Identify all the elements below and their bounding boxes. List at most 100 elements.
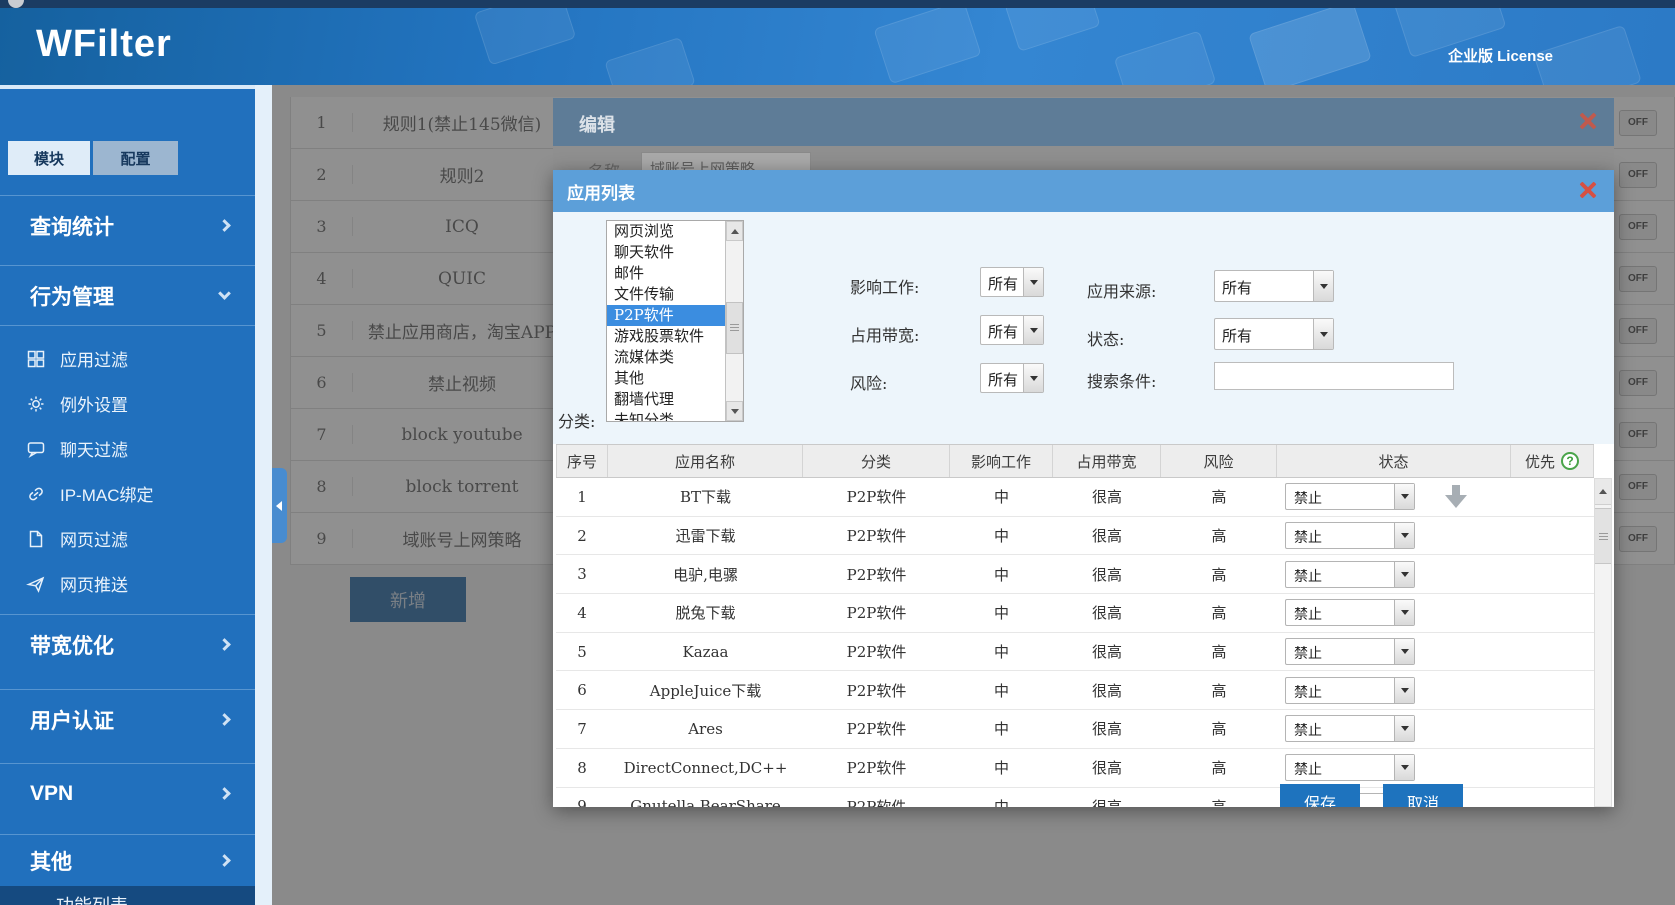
sidebar-item-vpn[interactable]: VPN <box>0 763 255 823</box>
status-select[interactable]: 禁止 <box>1285 754 1415 781</box>
risk-filter-select[interactable]: 所有 <box>980 363 1044 393</box>
sidebar-item-behavior-mgmt[interactable]: 行为管理 <box>0 265 255 325</box>
table-scrollbar[interactable] <box>1594 478 1612 807</box>
sidebar-item-bandwidth[interactable]: 带宽优化 <box>0 614 255 674</box>
scrollbar-thumb[interactable] <box>1595 508 1611 564</box>
cell-impact: 中 <box>950 757 1053 778</box>
listbox-scrollbar[interactable] <box>725 221 743 421</box>
sidebar-item-label: IP-MAC绑定 <box>60 481 154 506</box>
cell-category: P2P软件 <box>803 718 950 739</box>
tab-module[interactable]: 模块 <box>8 141 90 175</box>
col-header-index: 序号 <box>556 445 608 477</box>
impact-filter-select[interactable]: 所有 <box>980 267 1044 297</box>
select-arrow-icon[interactable] <box>1313 319 1333 349</box>
source-filter-select[interactable]: 所有 <box>1214 270 1334 302</box>
category-option[interactable]: 其他 <box>607 368 725 389</box>
select-arrow-icon[interactable] <box>1394 755 1414 780</box>
sidebar-item-web-filter[interactable]: 网页过滤 <box>0 516 255 561</box>
app-dialog-body: 网页浏览 聊天软件 邮件 文件传输 P2P软件 游戏股票软件 流媒体类 其他 <box>553 212 1614 807</box>
wfilter-logo: WFilter <box>36 23 172 66</box>
select-arrow-icon[interactable] <box>1394 678 1414 703</box>
cell-app-name: AppleJuice下载 <box>608 680 803 701</box>
select-arrow-icon[interactable] <box>1023 316 1043 344</box>
sidebar-item-app-filter[interactable]: 应用过滤 <box>0 336 255 381</box>
scroll-up-icon[interactable] <box>726 221 743 241</box>
bandwidth-filter-select[interactable]: 所有 <box>980 315 1044 345</box>
sidebar-item-chat-filter[interactable]: 聊天过滤 <box>0 426 255 471</box>
app-table-row: 4 脱兔下载 P2P软件 中 很高 高 禁止 <box>556 594 1594 633</box>
cell-app-name: DirectConnect,DC++ <box>608 759 803 777</box>
cell-bandwidth: 很高 <box>1053 525 1161 546</box>
select-arrow-icon[interactable] <box>1394 523 1414 548</box>
category-option[interactable]: 网页浏览 <box>607 221 725 242</box>
status-select[interactable]: 禁止 <box>1285 522 1415 549</box>
close-icon[interactable] <box>1579 181 1597 199</box>
scroll-up-icon[interactable] <box>1595 479 1611 505</box>
category-listbox[interactable]: 网页浏览 聊天软件 邮件 文件传输 P2P软件 游戏股票软件 流媒体类 其他 <box>606 220 744 422</box>
cell-category: P2P软件 <box>803 564 950 585</box>
sidebar-item-others[interactable]: 其他 <box>0 834 255 886</box>
cell-status: 禁止 <box>1277 638 1511 665</box>
category-option[interactable]: 邮件 <box>607 263 725 284</box>
tab-config[interactable]: 配置 <box>93 141 178 175</box>
status-select[interactable]: 禁止 <box>1285 638 1415 665</box>
app-table-row: 1 BT下载 P2P软件 中 很高 高 禁止 <box>556 478 1594 517</box>
sidebar-item-label: VPN <box>30 782 73 806</box>
select-arrow-icon[interactable] <box>1394 600 1414 625</box>
select-arrow-icon[interactable] <box>1394 484 1414 509</box>
sidebar-item-feature-list[interactable]: 功能列表 <box>0 886 255 905</box>
search-input[interactable] <box>1214 362 1454 390</box>
sidebar-item-exceptions[interactable]: 例外设置 <box>0 381 255 426</box>
cell-status: 禁止 <box>1277 715 1511 742</box>
scrollbar-track[interactable] <box>726 241 743 401</box>
status-filter-select[interactable]: 所有 <box>1214 318 1334 350</box>
close-icon[interactable] <box>1579 112 1597 130</box>
save-button[interactable]: 保存 <box>1280 784 1360 807</box>
select-arrow-icon[interactable] <box>1023 268 1043 296</box>
category-option[interactable]: 游戏股票软件 <box>607 326 725 347</box>
cell-status: 禁止 <box>1277 599 1511 626</box>
sidebar-item-user-auth[interactable]: 用户认证 <box>0 689 255 749</box>
scroll-down-icon[interactable] <box>726 401 743 421</box>
select-arrow-icon[interactable] <box>1394 639 1414 664</box>
select-arrow-icon[interactable] <box>1023 364 1043 392</box>
status-select[interactable]: 禁止 <box>1285 715 1415 742</box>
sidebar-item-web-push[interactable]: 网页推送 <box>0 561 255 606</box>
status-select[interactable]: 禁止 <box>1285 599 1415 626</box>
select-value: 禁止 <box>1286 716 1394 741</box>
category-option[interactable]: P2P软件 <box>607 305 725 326</box>
sidebar-item-ip-mac-binding[interactable]: IP-MAC绑定 <box>0 471 255 516</box>
sidebar-item-label: 例外设置 <box>60 391 128 416</box>
cell-status: 禁止 <box>1277 483 1511 510</box>
collapse-arrow-icon <box>276 501 282 511</box>
select-arrow-icon[interactable] <box>1394 562 1414 587</box>
select-value: 所有 <box>981 364 1023 392</box>
select-arrow-icon[interactable] <box>1394 716 1414 741</box>
sidebar-item-query-stats[interactable]: 查询统计 <box>0 195 255 255</box>
license-badge[interactable]: 企业版 License <box>1448 45 1553 66</box>
priority-down-icon[interactable] <box>1445 485 1467 509</box>
cell-index: 2 <box>556 527 608 545</box>
category-option[interactable]: 文件传输 <box>607 284 725 305</box>
select-arrow-icon[interactable] <box>1313 271 1333 301</box>
category-option[interactable]: 聊天软件 <box>607 242 725 263</box>
category-option[interactable]: 翻墙代理 <box>607 389 725 410</box>
select-value: 所有 <box>1215 319 1313 349</box>
browser-top-strip <box>0 0 1675 8</box>
sidebar-item-label: 带宽优化 <box>30 630 114 660</box>
status-select[interactable]: 禁止 <box>1285 677 1415 704</box>
status-select[interactable]: 禁止 <box>1285 561 1415 588</box>
header-keyboard-art <box>474 8 577 66</box>
status-select[interactable]: 禁止 <box>1285 483 1415 510</box>
category-option[interactable]: 未知分类 <box>607 410 725 421</box>
scrollbar-thumb[interactable] <box>726 302 743 354</box>
cancel-button[interactable]: 取消 <box>1383 784 1463 807</box>
cell-risk: 高 <box>1161 486 1277 507</box>
chevron-right-icon <box>218 638 231 651</box>
cell-app-name: 迅雷下载 <box>608 525 803 546</box>
sidebar-collapse-handle[interactable] <box>271 468 287 543</box>
sidebar-tabs: 模块 配置 <box>8 141 255 175</box>
screen: WFilter 企业版 License 模块 配置 查询统计 行为管理 应用过滤… <box>0 0 1675 905</box>
help-icon[interactable]: ? <box>1561 452 1579 470</box>
category-option[interactable]: 流媒体类 <box>607 347 725 368</box>
